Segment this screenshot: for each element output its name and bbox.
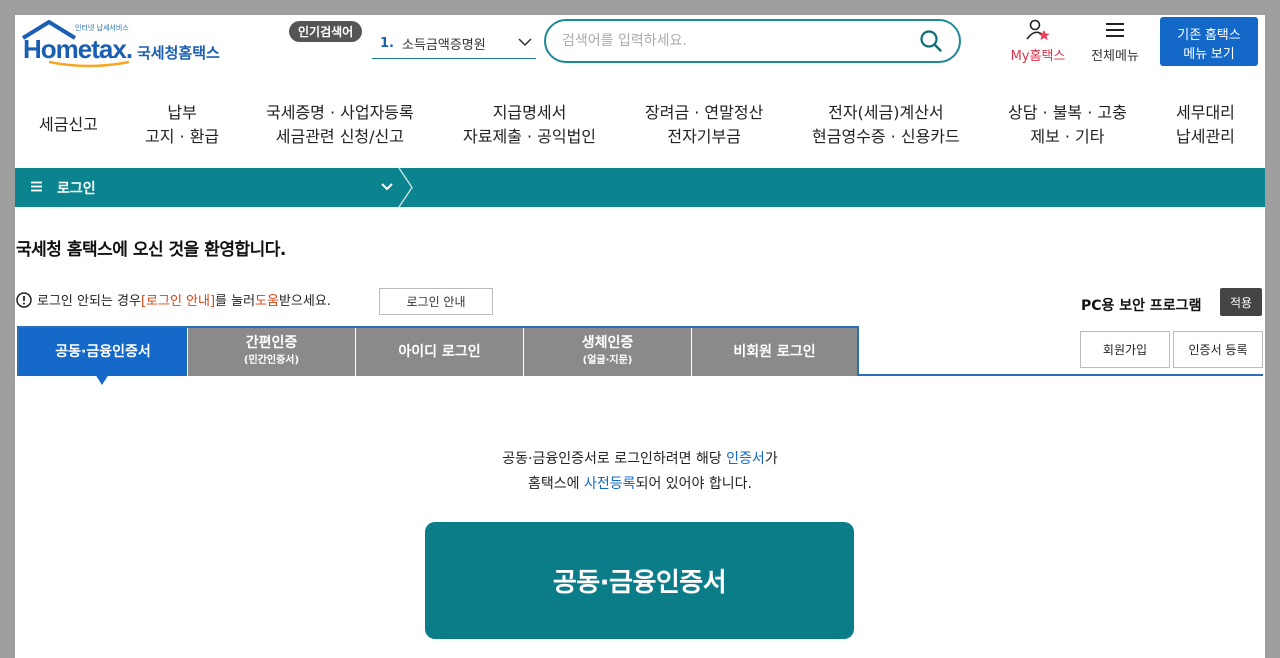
my-hometax-label: My홈택스 bbox=[1010, 49, 1066, 64]
popular-rank: 1. bbox=[380, 36, 394, 51]
login-guide-link[interactable]: [로그인 안내] bbox=[141, 290, 215, 309]
tab-label: 아이디 로그인 bbox=[398, 343, 481, 360]
tab-biometric[interactable]: 생체인증 (얼굴·지문) bbox=[523, 328, 691, 376]
tab-label: 공동·금융인증서 bbox=[55, 343, 151, 360]
gnb-item-line1: 지급명세서 bbox=[492, 103, 567, 122]
gnb-item-line2: 고지 · 환급 bbox=[145, 127, 220, 146]
my-hometax-button[interactable]: My홈택스 bbox=[1003, 19, 1073, 64]
desc-text: 가 bbox=[764, 451, 778, 467]
logo-korean-text: 국세청홈택스 bbox=[137, 44, 220, 62]
gnb-item-line1: 국세증명 · 사업자등록 bbox=[266, 103, 414, 122]
hamburger-menu-icon bbox=[1106, 23, 1124, 37]
search-icon[interactable] bbox=[919, 29, 943, 53]
gnb-item-line2: 현금영수증 · 신용카드 bbox=[812, 127, 960, 146]
notice-help-text: 도움 bbox=[255, 294, 279, 309]
welcome-heading: 국세청 홈택스에 오신 것을 환영합니다. bbox=[16, 240, 286, 260]
gnb-consult[interactable]: 상담 · 불복 · 고충 제보 · 기타 bbox=[1008, 101, 1127, 149]
logo-tagline: 인터넷 납세서비스 bbox=[75, 24, 129, 32]
certificate-register-button[interactable]: 인증서 등록 bbox=[1173, 331, 1263, 368]
notice-text-pre: 로그인 안되는 경우 bbox=[37, 294, 141, 309]
page: 인터넷 납세서비스 Hometax. 국세청홈택스 인기검색어 1. 소득금액증… bbox=[15, 15, 1265, 658]
gnb-item-line1: 세금신고 bbox=[39, 115, 98, 134]
gnb-item-line1: 장려금 · 연말정산 bbox=[645, 103, 764, 122]
exclamation-circle-icon bbox=[16, 291, 32, 308]
gnb-tax-report[interactable]: 세금신고 bbox=[39, 113, 98, 137]
old-hometax-menu-button[interactable]: 기존 홈택스 메뉴 보기 bbox=[1160, 17, 1258, 66]
chevron-down-icon bbox=[518, 38, 532, 47]
apply-security-button[interactable]: 적용 bbox=[1220, 288, 1262, 316]
user-star-icon bbox=[1026, 19, 1050, 40]
notice-text-mid: 를 눌러 bbox=[215, 294, 256, 309]
main-navigation: 세금신고 납부 고지 · 환급 국세증명 · 사업자등록 세금관련 신청/신고 … bbox=[15, 95, 1265, 167]
active-tab-pointer bbox=[95, 374, 109, 385]
pc-security-label: PC용 보안 프로그램 bbox=[1081, 298, 1202, 314]
gnb-tax-agent[interactable]: 세무대리 납세관리 bbox=[1176, 101, 1235, 149]
breadcrumb-bar: 로그인 bbox=[15, 168, 1265, 207]
gnb-e-invoice[interactable]: 전자(세금)계산서 현금영수증 · 신용카드 bbox=[812, 101, 960, 149]
desc-highlight: 사전등록 bbox=[584, 476, 636, 492]
description-line1: 공동·금융인증서로 로그인하려면 해당 인증서가 bbox=[15, 447, 1265, 472]
desc-text: 공동·금융인증서로 로그인하려면 해당 bbox=[502, 451, 727, 467]
gnb-item-line2: 전자기부금 bbox=[667, 127, 741, 146]
gnb-item-line2: 세금관련 신청/신고 bbox=[275, 127, 404, 146]
tab-label: 생체인증 bbox=[581, 335, 634, 351]
login-tabs: 공동·금융인증서 간편인증 (민간인증서) 아이디 로그인 생체인증 (얼굴·지… bbox=[17, 326, 859, 376]
desc-highlight: 인증서 bbox=[726, 451, 765, 467]
joint-certificate-login-button[interactable]: 공동·금융인증서 bbox=[425, 522, 854, 639]
hamburger-icon[interactable] bbox=[31, 181, 43, 192]
all-menu-label: 전체메뉴 bbox=[1091, 49, 1139, 64]
popular-search-select[interactable]: 1. 소득금액증명원 bbox=[372, 29, 536, 59]
search-box bbox=[544, 19, 961, 63]
all-menu-button[interactable]: 전체메뉴 bbox=[1083, 19, 1147, 64]
tab-guest-login[interactable]: 비회원 로그인 bbox=[691, 328, 857, 376]
tab-label: 비회원 로그인 bbox=[733, 343, 816, 360]
gnb-statement[interactable]: 지급명세서 자료제출 · 공익법인 bbox=[463, 101, 596, 149]
description-line2: 홈택스에 사전등록되어 있어야 합니다. bbox=[15, 472, 1265, 497]
notice-text-post: 받으세요. bbox=[278, 294, 331, 309]
tab-id-login[interactable]: 아이디 로그인 bbox=[355, 328, 523, 376]
gnb-item-line1: 납부 bbox=[167, 103, 197, 122]
desc-text: 홈택스에 bbox=[528, 476, 585, 492]
tab-joint-certificate[interactable]: 공동·금융인증서 bbox=[19, 328, 187, 376]
certificate-description: 공동·금융인증서로 로그인하려면 해당 인증서가 홈택스에 사전등록되어 있어야… bbox=[15, 447, 1265, 497]
breadcrumb-login[interactable]: 로그인 bbox=[57, 178, 96, 198]
search-input[interactable] bbox=[562, 33, 919, 49]
logo-swoosh-icon bbox=[49, 60, 129, 68]
gnb-item-line1: 상담 · 불복 · 고충 bbox=[1008, 103, 1127, 122]
popular-search-badge: 인기검색어 bbox=[289, 21, 363, 42]
gnb-item-line2: 제보 · 기타 bbox=[1030, 127, 1105, 146]
gnb-certificate[interactable]: 국세증명 · 사업자등록 세금관련 신청/신고 bbox=[266, 101, 414, 149]
old-hometax-line1: 기존 홈택스 bbox=[1177, 27, 1241, 42]
login-notice: 로그인 안되는 경우 [로그인 안내] 를 눌러 도움 받으세요. bbox=[16, 290, 331, 309]
gnb-item-line2: 납세관리 bbox=[1176, 127, 1235, 146]
popular-term: 소득금액증명원 bbox=[401, 38, 486, 53]
old-hometax-line2: 메뉴 보기 bbox=[1183, 46, 1235, 61]
gnb-payment[interactable]: 납부 고지 · 환급 bbox=[145, 101, 219, 149]
gnb-item-line2: 자료제출 · 공익법인 bbox=[463, 127, 597, 146]
gnb-item-line1: 세무대리 bbox=[1176, 103, 1235, 122]
login-guide-button[interactable]: 로그인 안내 bbox=[379, 288, 493, 315]
tab-sublabel: (민간인증서) bbox=[243, 355, 300, 366]
tab-label: 간편인증 bbox=[245, 335, 298, 351]
chevron-down-icon[interactable] bbox=[381, 182, 393, 192]
hometax-logo[interactable]: 인터넷 납세서비스 Hometax. 국세청홈택스 bbox=[19, 20, 229, 68]
breadcrumb-separator-icon bbox=[398, 168, 413, 207]
gnb-incentive[interactable]: 장려금 · 연말정산 전자기부금 bbox=[645, 101, 763, 149]
tab-simple-auth[interactable]: 간편인증 (민간인증서) bbox=[187, 328, 355, 376]
desc-text: 되어 있어야 합니다. bbox=[635, 476, 752, 492]
gnb-item-line1: 전자(세금)계산서 bbox=[828, 103, 944, 122]
tab-sublabel: (얼굴·지문) bbox=[582, 355, 633, 366]
join-button[interactable]: 회원가입 bbox=[1080, 331, 1170, 368]
